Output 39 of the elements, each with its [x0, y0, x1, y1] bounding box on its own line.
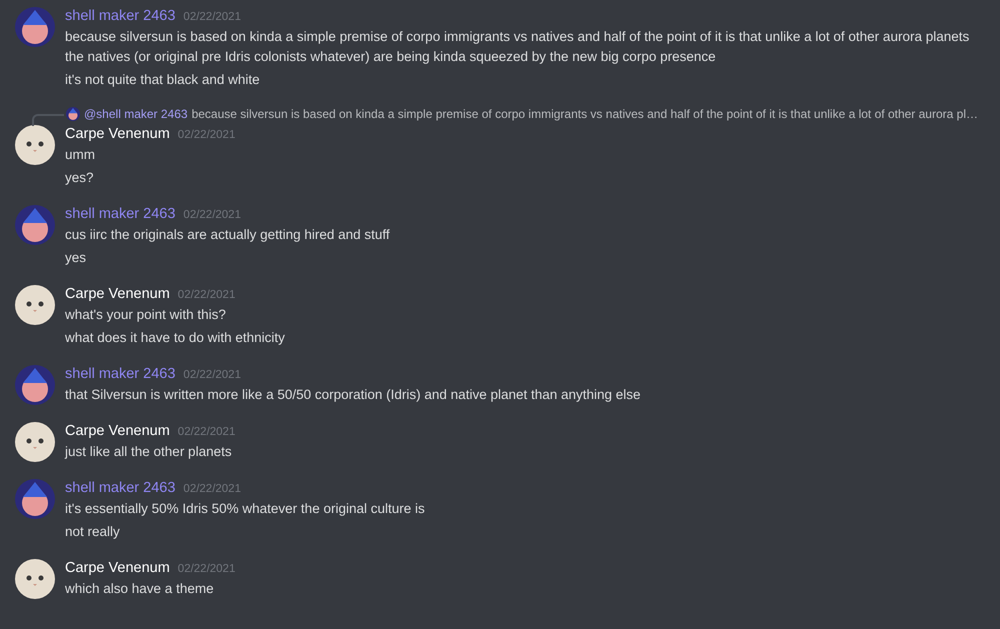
message-text: umm — [65, 146, 96, 164]
timestamp: 02/22/2021 — [178, 426, 236, 438]
username[interactable]: Carpe Venenum — [65, 126, 170, 142]
avatar-icon[interactable] — [15, 479, 55, 519]
avatar-icon[interactable] — [15, 422, 55, 462]
timestamp: 02/22/2021 — [178, 129, 236, 141]
username[interactable]: Carpe Venenum — [65, 423, 170, 439]
avatar-icon[interactable] — [15, 365, 55, 405]
avatar-icon[interactable] — [15, 205, 55, 245]
message-text: just like all the other planets — [65, 443, 233, 461]
message-text: what does it have to do with ethnicity — [65, 329, 286, 347]
avatar-icon[interactable] — [15, 125, 55, 165]
timestamp: 02/22/2021 — [178, 289, 236, 301]
username[interactable]: shell maker 2463 — [65, 366, 176, 382]
avatar-icon[interactable] — [15, 285, 55, 325]
username[interactable]: Carpe Venenum — [65, 286, 170, 302]
message-text: that Silversun is written more like a 50/50 corporation (Idris) and native planet than anything else — [65, 386, 642, 404]
message-text: yes — [65, 249, 88, 267]
username[interactable]: shell maker 2463 — [65, 206, 176, 222]
timestamp: 02/22/2021 — [178, 563, 236, 575]
timestamp: 02/22/2021 — [183, 483, 241, 495]
message-text: which also have a theme — [65, 580, 215, 598]
username[interactable]: shell maker 2463 — [65, 8, 176, 24]
reply-author[interactable]: @shell maker 2463 — [84, 107, 188, 121]
message-text: cus iirc the originals are actually getting hired and stuff — [65, 226, 391, 244]
username[interactable]: shell maker 2463 — [65, 480, 176, 496]
message-text: what's your point with this? — [65, 306, 227, 324]
message-text: not really — [65, 523, 121, 541]
reply-preview[interactable]: because silversun is based on kinda a simple premise of corpo immigrants vs natives and half of the point of it is that unlike a lot of other aurora pl… — [192, 107, 978, 121]
message-text: it's essentially 50% Idris 50% whatever the original culture is — [65, 500, 426, 518]
message-text: yes? — [65, 169, 95, 187]
timestamp: 02/22/2021 — [183, 369, 241, 381]
avatar-icon[interactable] — [15, 559, 55, 599]
timestamp: 02/22/2021 — [183, 209, 241, 221]
username[interactable]: Carpe Venenum — [65, 560, 170, 576]
avatar-icon[interactable] — [15, 7, 55, 47]
timestamp: 02/22/2021 — [183, 11, 241, 23]
message-text: it's not quite that black and white — [65, 71, 261, 89]
avatar-icon[interactable] — [66, 107, 80, 121]
